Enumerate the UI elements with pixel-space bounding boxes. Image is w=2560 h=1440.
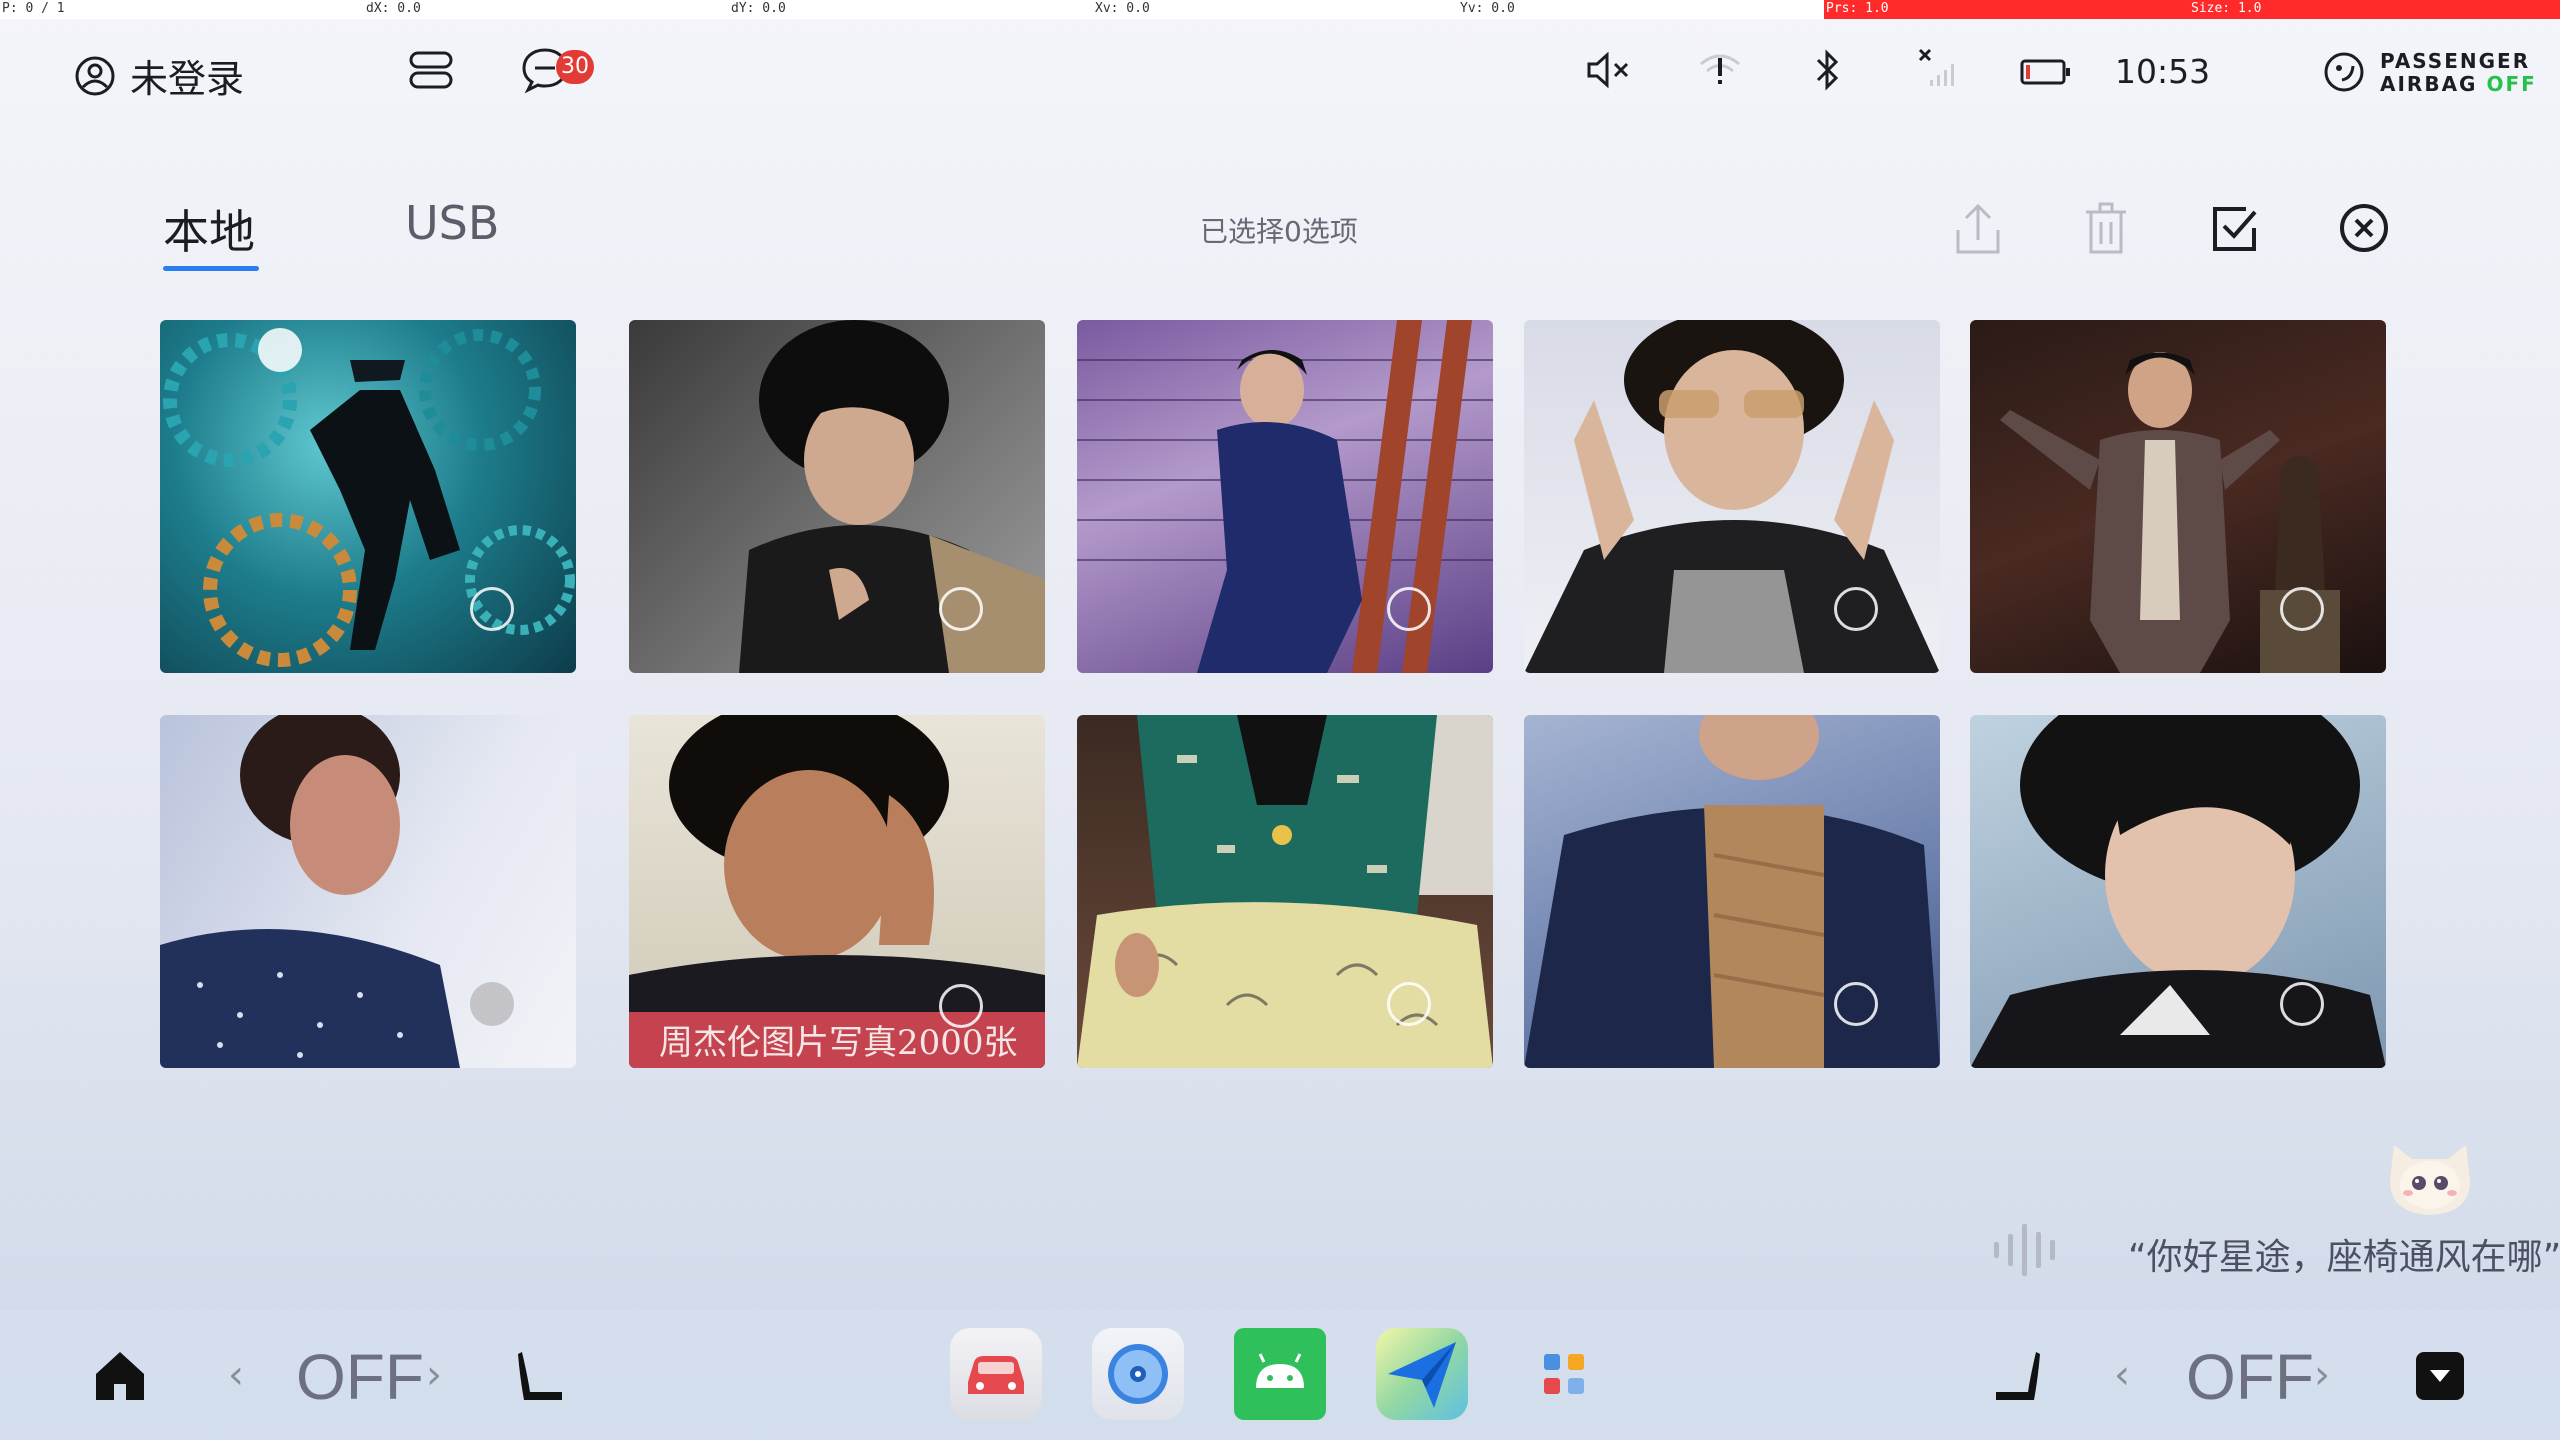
debug-pressure-bar: Prs: 1.0 [1824,0,2189,19]
user-icon [74,55,116,97]
trash-icon[interactable] [2083,200,2129,262]
debug-dx: dX: 0.0 [366,1,421,16]
photo-caption-7: 周杰伦图片写真2000张 [629,1012,1045,1068]
voice-assistant-hint: “你好星途，座椅通风在哪” [2128,1237,2560,1278]
home-icon[interactable] [92,1348,148,1408]
debug-pressure: Prs: 1.0 [1826,1,1889,16]
right-seat-state[interactable]: OFF [2186,1340,2314,1414]
select-circle-7[interactable] [939,984,983,1028]
photo-item-3[interactable] [1077,320,1493,673]
select-circle-8[interactable] [1387,982,1431,1026]
airbag-state: OFF [2486,72,2537,96]
photo-item-2[interactable] [629,320,1045,673]
photo-thumbnail-4 [1524,320,1940,673]
photo-item-5[interactable] [1970,320,2386,673]
left-seat-decrease[interactable]: ‹ [228,1352,244,1398]
photo-thumbnail-10 [1970,715,2386,1068]
select-circle-2[interactable] [939,587,983,631]
photo-thumbnail-2 [739,320,1045,673]
photo-thumbnail-5 [2000,352,2340,673]
debug-size: Size: 1.0 [2191,1,2262,16]
notification-badge: 30 [556,50,594,84]
close-circle-icon[interactable] [2338,202,2390,258]
right-seat-increase[interactable]: › [2314,1352,2330,1398]
debug-pointer: P: 0 / 1 [2,1,65,16]
clock: 10:53 [2115,52,2211,91]
collapse-panel-icon[interactable] [2414,1350,2466,1406]
left-seat-increase[interactable]: › [426,1352,442,1398]
check-square-icon[interactable] [2210,204,2260,258]
photo-item-6[interactable] [160,715,576,1068]
debug-overlay-bar: P: 0 / 1 dX: 0.0 dY: 0.0 Xv: 0.0 Yv: 0.0… [0,0,2560,19]
select-circle-10[interactable] [2280,982,2324,1026]
select-circle-4[interactable] [1834,587,1878,631]
photo-item-8[interactable] [1077,715,1493,1068]
volume-muted-icon[interactable] [1585,50,1635,90]
left-seat-state[interactable]: OFF [296,1340,424,1414]
active-tab-indicator [163,266,259,271]
debug-xv: Xv: 0.0 [1095,1,1150,16]
debug-yv: Yv: 0.0 [1460,1,1515,16]
bluetooth-icon [1812,48,1842,92]
voice-wave-icon[interactable] [1990,1220,2090,1284]
status-bar: 未登录 30 10:53 PASSENGER AIRBAG OFF [0,20,2560,120]
debug-size-bar: Size: 1.0 [2189,0,2560,19]
voice-assistant-mascot[interactable] [2374,1135,2486,1219]
music-disc-app-icon[interactable] [1092,1328,1184,1420]
battery-low-icon [2020,58,2072,86]
select-circle-6[interactable] [470,982,514,1026]
navigation-app-icon[interactable] [1376,1328,1468,1420]
left-seat-icon[interactable] [514,1348,568,1408]
photo-thumbnail-9 [1524,715,1940,1068]
photo-item-1[interactable] [160,320,576,673]
right-seat-decrease[interactable]: ‹ [2114,1352,2130,1398]
select-circle-3[interactable] [1387,587,1431,631]
passenger-airbag-status: PASSENGER AIRBAG OFF [2380,50,2537,96]
photo-grid: 周杰伦图片写真2000张 [160,320,2386,1068]
photo-item-9[interactable] [1524,715,1940,1068]
airbag-icon [2322,50,2366,94]
wifi-warning-icon [1697,52,1743,88]
car-app-icon[interactable] [950,1328,1042,1420]
photo-thumbnail-3 [1077,320,1493,673]
user-login-label: 未登录 [130,57,245,101]
user-login-button[interactable]: 未登录 [74,48,244,103]
airbag-label-line1: PASSENGER [2380,49,2531,73]
photo-item-7[interactable]: 周杰伦图片写真2000张 [629,715,1045,1068]
photo-thumbnail-6 [160,715,460,1068]
select-circle-1[interactable] [470,587,514,631]
selection-count: 已选择0选项 [1200,215,1358,248]
tab-usb[interactable]: USB [405,196,499,250]
select-circle-9[interactable] [1834,982,1878,1026]
storage-icon[interactable] [408,50,454,90]
photo-item-4[interactable] [1524,320,1940,673]
tab-local[interactable]: 本地 [163,196,255,262]
app-grid-icon[interactable] [1518,1328,1610,1420]
photo-item-10[interactable] [1970,715,2386,1068]
debug-dy: dY: 0.0 [731,1,786,16]
select-circle-5[interactable] [2280,587,2324,631]
airbag-label-line2: AIRBAG [2380,72,2478,96]
cellular-no-signal-icon [1916,46,1962,90]
right-seat-icon[interactable] [1990,1348,2044,1408]
photo-thumbnail-1 [163,328,575,667]
upload-icon[interactable] [1954,200,2002,262]
android-app-icon[interactable] [1234,1328,1326,1420]
photo-thumbnail-8 [1077,715,1493,1068]
